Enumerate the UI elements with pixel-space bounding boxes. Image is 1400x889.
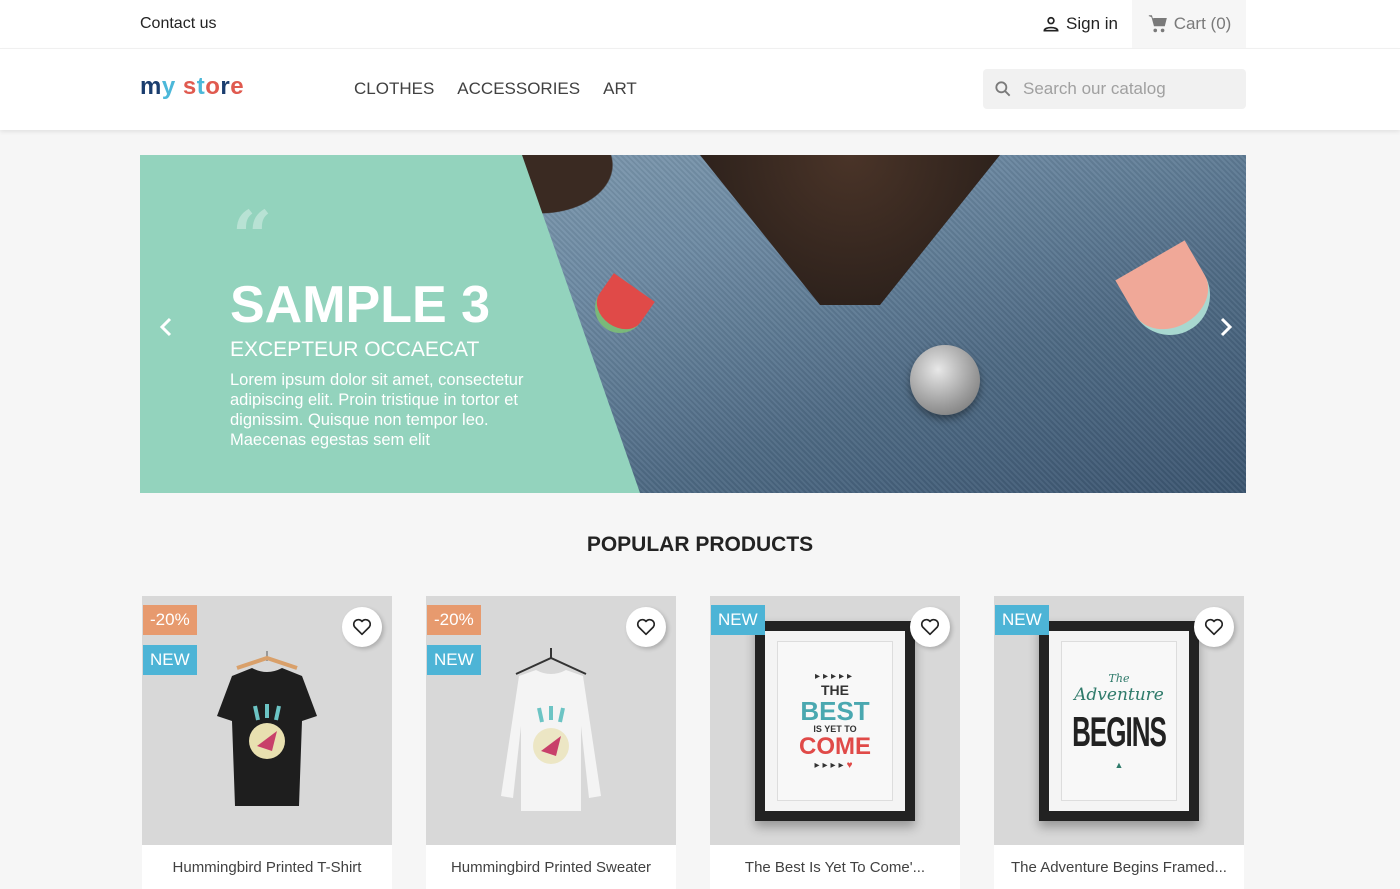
- new-badge: NEW: [143, 645, 197, 675]
- store-logo[interactable]: my store: [140, 73, 244, 101]
- main-header: my store CLOTHES ACCESSORIES ART: [0, 49, 1400, 130]
- main-nav: CLOTHES ACCESSORIES ART: [354, 79, 637, 99]
- sign-in-label: Sign in: [1066, 14, 1118, 33]
- framed-poster-image: The Adventure BEGINS ▲: [1039, 621, 1199, 821]
- heart-icon: [920, 618, 940, 636]
- product-title[interactable]: Hummingbird Printed T-Shirt: [142, 845, 392, 889]
- heart-icon: [1204, 618, 1224, 636]
- product-card[interactable]: -20% NEW Hummingbird Printed T-Shirt: [142, 596, 392, 889]
- heart-icon: [636, 618, 656, 636]
- new-badge: NEW: [427, 645, 481, 675]
- product-card[interactable]: -20% NEW Hummingbird Printed Sweater: [426, 596, 676, 889]
- wishlist-button[interactable]: [1194, 607, 1234, 647]
- discount-badge: -20%: [143, 605, 197, 635]
- hero-slider: “ SAMPLE 3 EXCEPTEUR OCCAECAT Lorem ipsu…: [140, 155, 1246, 493]
- chevron-right-icon: [1220, 317, 1233, 337]
- product-list: -20% NEW Hummingbird Printed T-Shirt -20…: [142, 596, 1244, 889]
- nav-clothes[interactable]: CLOTHES: [354, 79, 434, 99]
- user-icon: [1043, 16, 1059, 32]
- sign-in-link[interactable]: Sign in: [1041, 14, 1118, 34]
- nav-accessories[interactable]: ACCESSORIES: [457, 79, 580, 99]
- cart-icon: [1148, 15, 1167, 33]
- search-input[interactable]: [1023, 79, 1223, 99]
- nav-art[interactable]: ART: [603, 79, 637, 99]
- slide-subtitle: EXCEPTEUR OCCAECAT: [230, 338, 480, 361]
- cart-button[interactable]: Cart (0): [1132, 0, 1246, 48]
- popular-products-heading: POPULAR PRODUCTS: [586, 533, 814, 556]
- product-thumbnail[interactable]: -20% NEW: [142, 596, 392, 845]
- poster-text: BEST: [800, 696, 870, 726]
- chevron-left-icon: [159, 317, 172, 337]
- product-card[interactable]: The Adventure BEGINS ▲ NEW The Adventure…: [994, 596, 1244, 889]
- jacket-button: [910, 345, 980, 415]
- cart-label: Cart (0): [1173, 14, 1232, 33]
- new-badge: NEW: [711, 605, 765, 635]
- product-thumbnail[interactable]: ▸▸▸▸▸ THE BEST IS YET TO COME ▸▸▸▸♥ NEW: [710, 596, 960, 845]
- product-thumbnail[interactable]: -20% NEW: [426, 596, 676, 845]
- wishlist-button[interactable]: [626, 607, 666, 647]
- wishlist-button[interactable]: [342, 607, 382, 647]
- slide-title: SAMPLE 3: [230, 276, 491, 334]
- heart-icon: [352, 618, 372, 636]
- poster-text: COME: [799, 733, 871, 760]
- slider-prev-button[interactable]: [155, 315, 179, 339]
- contact-us-link[interactable]: Contact us: [140, 15, 216, 33]
- product-title[interactable]: The Best Is Yet To Come'...: [710, 845, 960, 889]
- top-bar: Contact us Sign in Cart (0): [0, 0, 1400, 49]
- product-title[interactable]: Hummingbird Printed Sweater: [426, 845, 676, 889]
- wishlist-button[interactable]: [910, 607, 950, 647]
- slider-next-button[interactable]: [1213, 315, 1237, 339]
- sweater-image: [501, 648, 601, 811]
- search-icon[interactable]: [993, 79, 1013, 99]
- new-badge: NEW: [995, 605, 1049, 635]
- slide-text: Lorem ipsum dolor sit amet, consectetur …: [230, 371, 524, 449]
- product-thumbnail[interactable]: The Adventure BEGINS ▲ NEW: [994, 596, 1244, 845]
- poster-text: BEGINS: [1072, 707, 1167, 756]
- tshirt-image: [217, 651, 317, 806]
- search-box: [983, 69, 1246, 109]
- discount-badge: -20%: [427, 605, 481, 635]
- poster-text: The: [1108, 672, 1130, 685]
- poster-text: Adventure: [1074, 685, 1164, 705]
- product-title[interactable]: The Adventure Begins Framed...: [994, 845, 1244, 889]
- product-card[interactable]: ▸▸▸▸▸ THE BEST IS YET TO COME ▸▸▸▸♥ NEW …: [710, 596, 960, 889]
- quote-icon: “: [232, 195, 273, 278]
- framed-poster-image: ▸▸▸▸▸ THE BEST IS YET TO COME ▸▸▸▸♥: [755, 621, 915, 821]
